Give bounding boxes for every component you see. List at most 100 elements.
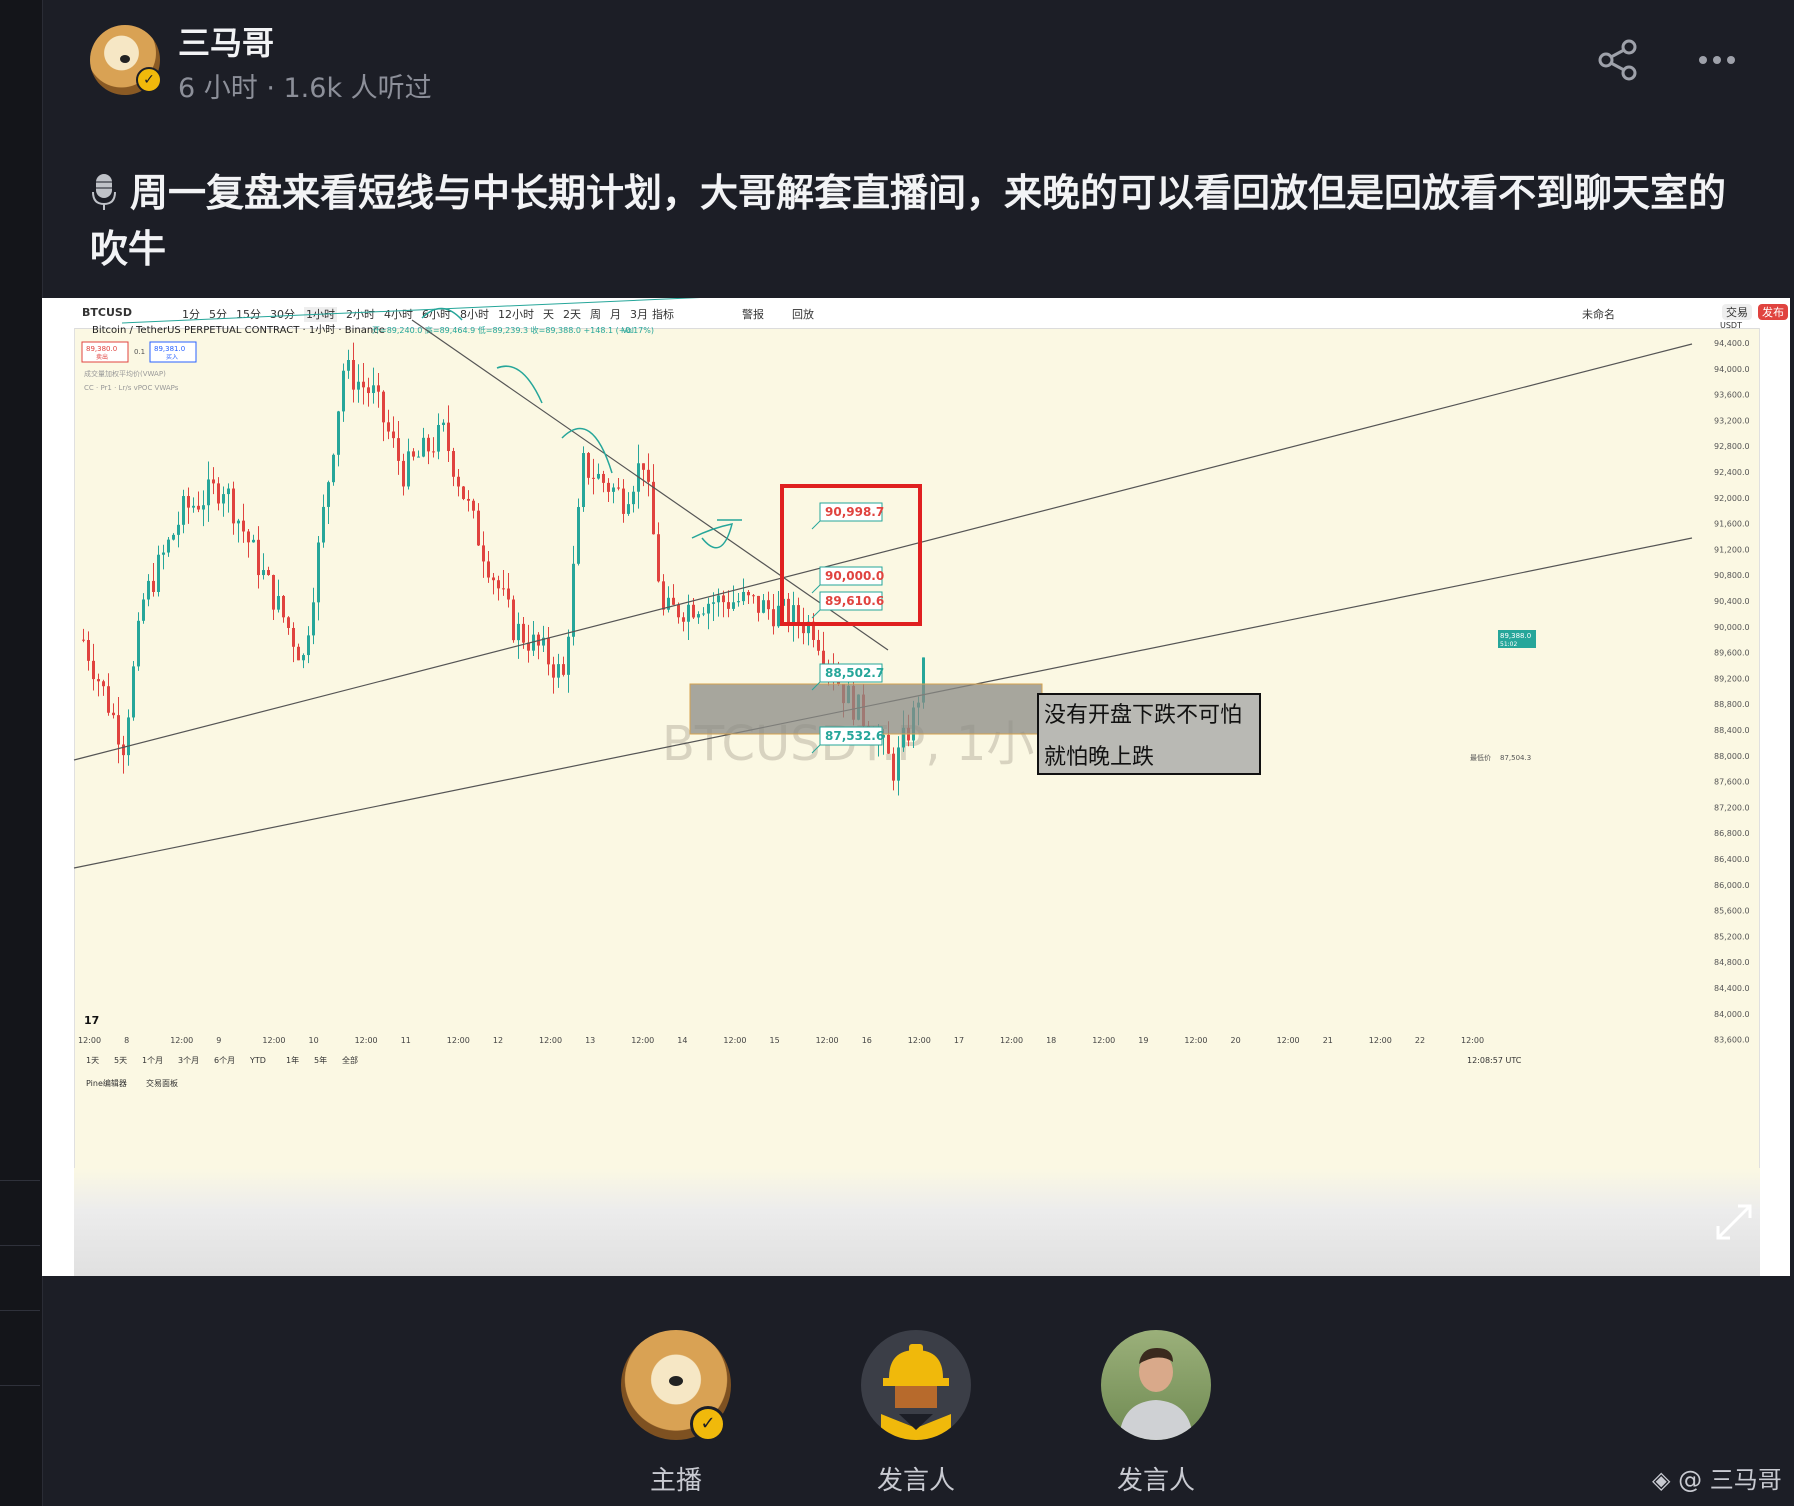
candle-body	[417, 456, 420, 458]
candle-body	[742, 591, 745, 602]
range-button[interactable]: 3个月	[178, 1056, 199, 1065]
hand-arc	[421, 307, 463, 321]
range-button[interactable]: 5天	[114, 1056, 127, 1065]
time-tick-label: 15	[770, 1036, 780, 1045]
watermark-text: @ 三马哥	[1678, 1466, 1782, 1494]
candle-body	[147, 580, 150, 600]
candle-body	[487, 561, 490, 578]
pine-editor-tab[interactable]: Pine编辑器	[86, 1078, 127, 1088]
candle-body	[572, 563, 575, 637]
utc-clock: 12:08:57 UTC	[1467, 1056, 1522, 1065]
annotation-line-2: 就怕晚上跌	[1044, 745, 1154, 770]
price-label-text: 90,998.7	[825, 505, 884, 519]
range-button[interactable]: 全部	[342, 1055, 358, 1065]
fullscreen-icon[interactable]	[1712, 1200, 1756, 1244]
candle-body	[592, 477, 595, 479]
candle-body	[682, 617, 685, 622]
candle-body	[702, 613, 705, 615]
time-tick-label: 9	[216, 1036, 221, 1045]
rail-divider	[0, 1180, 40, 1181]
range-button[interactable]: 1个月	[142, 1056, 163, 1065]
sell-price: 89,380.0	[86, 345, 117, 353]
candle-body	[512, 599, 515, 641]
candle-body	[187, 496, 190, 508]
candle-body	[642, 463, 645, 470]
candle-body	[182, 496, 185, 525]
video-player[interactable]: BTCUSD 1分5分15分30分1小时2小时4小时6小时8小时12小时天2天周…	[42, 298, 1790, 1276]
volume-label: Vol	[622, 326, 634, 335]
left-rail	[0, 0, 43, 1506]
trading-panel-tab[interactable]: 交易面板	[146, 1078, 178, 1088]
sell-label: 卖出	[96, 353, 108, 361]
candle-body	[552, 664, 555, 678]
candle-body	[167, 539, 170, 553]
price-tick-label: 90,400.0	[1714, 597, 1750, 606]
time-tick-label: 12:00	[170, 1036, 193, 1045]
range-button[interactable]: 5年	[314, 1055, 327, 1065]
price-tick-label: 92,400.0	[1714, 468, 1750, 477]
candle-body	[582, 453, 585, 508]
candle-body	[647, 469, 650, 482]
time-tick-label: 21	[1323, 1036, 1333, 1045]
range-button[interactable]: 6个月	[214, 1056, 235, 1065]
participant-host[interactable]: ✓ 主播	[616, 1330, 736, 1497]
candle-body	[422, 437, 425, 457]
candle-body	[567, 636, 570, 675]
candle-body	[612, 487, 615, 492]
price-tick-label: 89,200.0	[1714, 674, 1750, 683]
candle-body	[117, 715, 120, 745]
share-icon[interactable]	[1596, 38, 1640, 82]
time-tick-label: 12:00	[1369, 1036, 1392, 1045]
range-button[interactable]: YTD	[249, 1056, 266, 1065]
price-label-text: 89,610.6	[825, 594, 884, 608]
time-tick-label: 12:00	[816, 1036, 839, 1045]
candle-body	[222, 494, 225, 504]
price-tick-label: 84,400.0	[1714, 984, 1750, 993]
candle-body	[757, 595, 760, 613]
price-tick-label: 90,000.0	[1714, 623, 1750, 632]
candle-body	[692, 604, 695, 618]
candle-body	[402, 460, 405, 487]
current-price-countdown: 51:02	[1500, 641, 1517, 648]
candle-body	[112, 712, 115, 716]
candle-body	[557, 664, 560, 678]
host-name[interactable]: 三马哥	[178, 18, 274, 64]
price-tick-label: 88,400.0	[1714, 726, 1750, 735]
candle-body	[97, 679, 100, 682]
price-tick-label: 90,800.0	[1714, 571, 1750, 580]
time-tick-label: 12:00	[355, 1036, 378, 1045]
range-button[interactable]: 1天	[86, 1056, 99, 1065]
candle-body	[152, 580, 155, 592]
participant-role: 主播	[649, 1466, 702, 1496]
candle-body	[322, 506, 325, 543]
candle-body	[277, 595, 280, 610]
candle-body	[302, 655, 305, 661]
candle-body	[462, 486, 465, 499]
candle-body	[227, 488, 230, 495]
candle-body	[337, 411, 340, 455]
time-tick-label: 14	[677, 1036, 687, 1045]
candle-body	[217, 483, 220, 504]
time-tick-label: 8	[124, 1036, 129, 1045]
participant-speaker[interactable]: 发言人	[856, 1330, 976, 1497]
more-options-icon[interactable]	[1695, 40, 1739, 80]
price-tick-label: 84,800.0	[1714, 958, 1750, 967]
candle-body	[797, 605, 800, 624]
indicator-vwap: 成交量加权平均价(VWAP)	[84, 369, 166, 378]
time-tick-label: 12:00	[1092, 1036, 1115, 1045]
candle-body	[892, 753, 895, 781]
microphone-icon	[92, 174, 116, 210]
candle-body	[697, 614, 700, 618]
candle-body	[317, 542, 320, 603]
participant-speaker[interactable]: 发言人	[1096, 1330, 1216, 1497]
price-chart[interactable]: 94,400.0 94,000.0 93,600.0 93,200.0 92,800.0…	[42, 298, 1790, 1276]
participant-role: 发言人	[1116, 1466, 1195, 1496]
candle-body	[662, 581, 665, 610]
candle-body	[732, 602, 735, 609]
candle-body	[177, 524, 180, 535]
range-button[interactable]: 1年	[286, 1055, 299, 1065]
candle-body	[297, 646, 300, 661]
time-tick-label: 12:00	[539, 1036, 562, 1045]
host-avatar[interactable]: ✓	[90, 25, 162, 95]
candle-body	[137, 620, 140, 667]
